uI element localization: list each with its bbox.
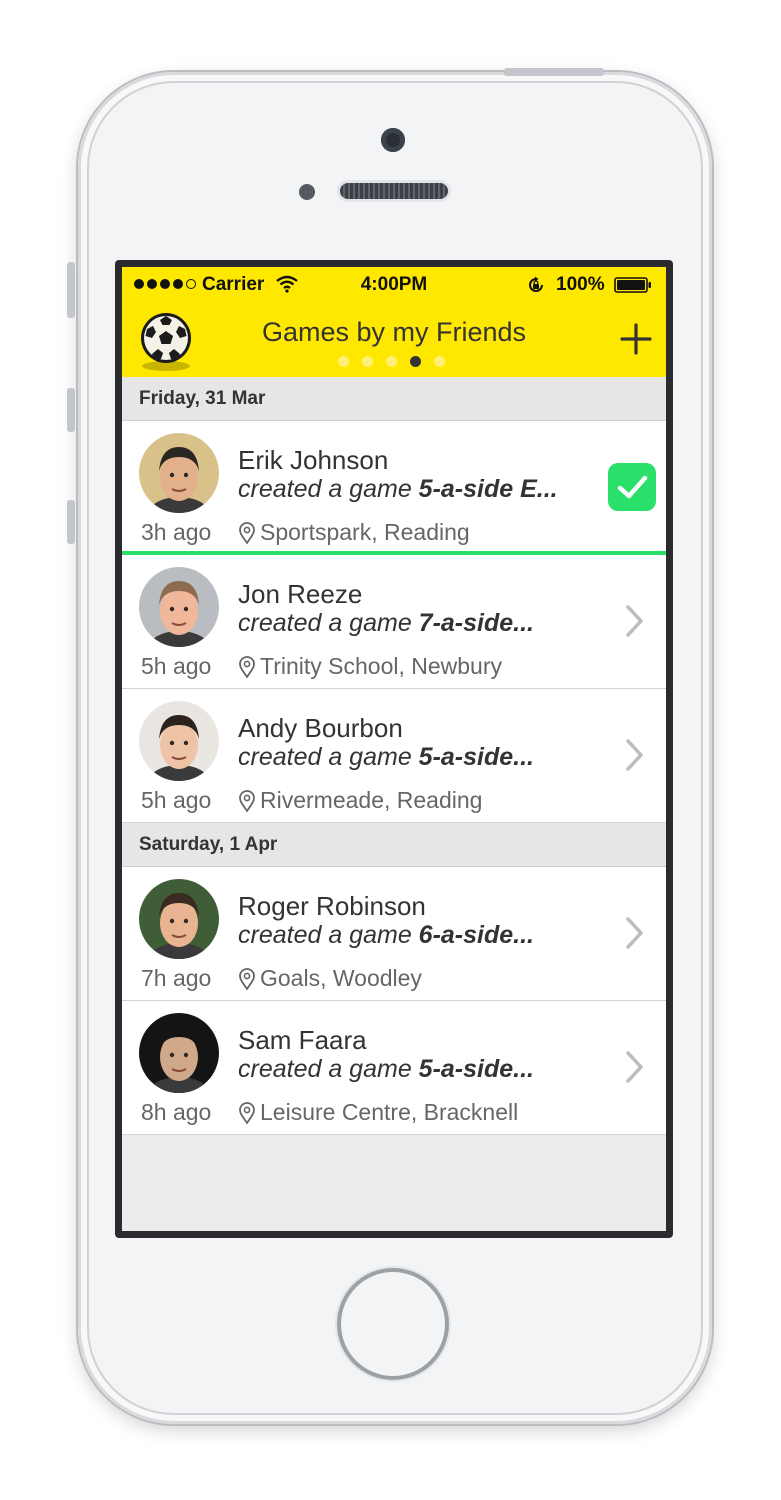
joined-checkbox[interactable] [608,463,656,511]
time-ago: 8h ago [141,1099,212,1125]
game-name: 5-a-side... [418,1055,534,1083]
time-ago: 5h ago [141,787,212,813]
mute-switch [67,262,75,318]
action-text: created a game [238,921,419,949]
avatar [139,433,219,513]
page-dot[interactable] [362,356,373,367]
action-text: created a game [238,743,419,771]
earpiece-speaker [340,183,448,199]
action-text: created a game [238,475,419,503]
avatar [139,879,219,959]
game-description: created a game 5-a-side E... [238,475,558,504]
location-pin-icon [239,789,255,812]
page-title: Games by my Friends [261,317,527,347]
avatar [139,567,219,647]
location: Trinity School, Newbury [238,653,502,680]
game-list-item[interactable]: Jon Reeze created a game 7-a-side... 5h ag… [122,555,666,689]
proximity-sensor [299,184,315,200]
page-indicator[interactable] [338,356,445,367]
plus-icon[interactable] [618,321,654,357]
friend-name: Erik Johnson [238,445,389,475]
time-ago: 3h ago [141,519,212,545]
location-text: Sportspark, Reading [260,519,470,545]
location-text: Trinity School, Newbury [260,653,503,679]
battery-percentage: 100% [556,274,605,295]
location-pin-icon [239,1101,255,1124]
time-ago: 7h ago [141,965,212,991]
location-pin-icon [239,521,255,544]
section-header: Saturday, 1 Apr [122,823,666,867]
chevron-right-icon[interactable] [624,735,644,775]
navigation-bar: Carrier 4:00PM 100% Games by my Friends [122,267,666,378]
location: Leisure Centre, Bracknell [238,1099,518,1126]
location-text: Leisure Centre, Bracknell [260,1099,519,1125]
friend-name: Sam Faara [238,1025,367,1055]
page-dot[interactable] [410,356,421,367]
volume-down-button [67,500,75,544]
action-text: created a game [238,1055,419,1083]
rotation-lock-icon [529,276,543,292]
chevron-right-icon[interactable] [624,913,644,953]
game-description: created a game 7-a-side... [238,609,534,638]
volume-up-button [67,388,75,432]
location-pin-icon [239,655,255,678]
game-name: 5-a-side E... [418,475,558,503]
action-text: created a game [238,609,419,637]
game-name: 6-a-side... [418,921,534,949]
game-name: 7-a-side... [418,609,534,637]
power-button [504,68,604,76]
chevron-right-icon[interactable] [624,601,644,641]
section-header: Friday, 31 Mar [122,377,666,421]
time-ago: 5h ago [141,653,212,679]
location-text: Rivermeade, Reading [260,787,483,813]
page-dot[interactable] [338,356,349,367]
chevron-right-icon[interactable] [624,1047,644,1087]
game-list-item[interactable]: Roger Robinson created a game 6-a-side...… [122,867,666,1001]
location: Sportspark, Reading [238,519,470,546]
section-date: Friday, 31 Mar [139,388,266,409]
location-text: Goals, Woodley [260,965,422,991]
app-screen: Carrier 4:00PM 100% Games by my Friends … [122,267,666,1231]
friend-name: Andy Bourbon [238,713,403,743]
game-list-item[interactable]: Sam Faara created a game 5-a-side... 8h ag… [122,1001,666,1135]
front-camera [381,128,405,152]
avatar [139,1013,219,1093]
game-description: created a game 5-a-side... [238,1055,534,1084]
friend-name: Roger Robinson [238,891,426,921]
game-name: 5-a-side... [418,743,534,771]
location-pin-icon [239,967,255,990]
section-date: Saturday, 1 Apr [139,834,278,855]
status-bar: Carrier 4:00PM 100% [122,267,666,301]
game-list-item[interactable]: Andy Bourbon created a game 5-a-side... 5h… [122,689,666,823]
checkmark-icon [617,475,648,499]
battery-icon [614,277,651,293]
game-description: created a game 6-a-side... [238,921,534,950]
home-button[interactable] [337,1268,449,1380]
game-description: created a game 5-a-side... [238,743,534,772]
screen-bezel: Carrier 4:00PM 100% Games by my Friends … [115,260,673,1238]
location: Goals, Woodley [238,965,422,992]
location: Rivermeade, Reading [238,787,482,814]
page-dot[interactable] [386,356,397,367]
friend-name: Jon Reeze [238,579,363,609]
page-dot[interactable] [434,356,445,367]
game-list-item[interactable]: Erik Johnson created a game 5-a-side E...… [122,421,666,555]
avatar [139,701,219,781]
